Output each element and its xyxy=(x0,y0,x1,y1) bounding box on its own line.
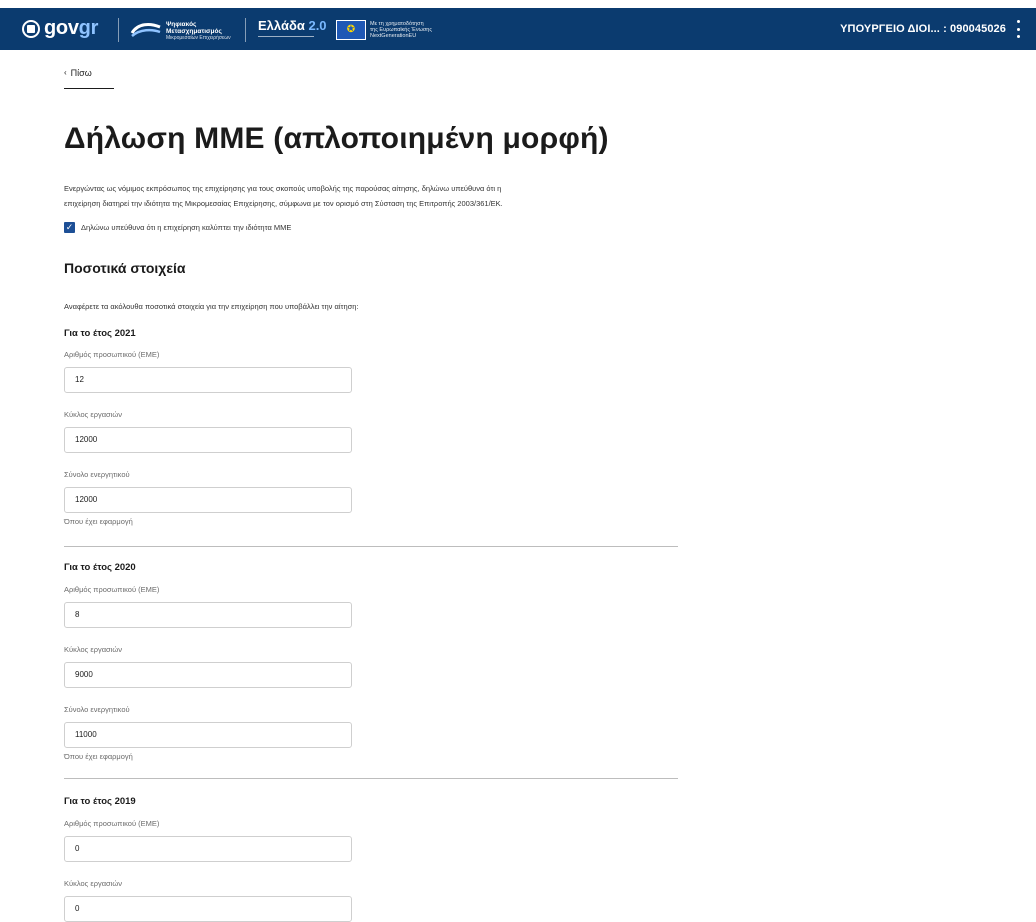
eu-funding-text: Με τη χρηματοδότηση της Ευρωπαϊκής Ένωση… xyxy=(370,21,432,39)
header-separator xyxy=(245,18,246,42)
ellada-underline xyxy=(258,36,314,40)
sme-declaration-label: Δηλώνω υπεύθυνα ότι η επιχείρηση καλύπτε… xyxy=(81,223,292,232)
assets-label: Σύνολο ενεργητικού xyxy=(64,705,130,714)
ellada-text: Ελλάδα xyxy=(258,18,305,33)
chevron-left-icon: ‹ xyxy=(64,68,67,77)
eu-flag-icon: ✪ xyxy=(336,20,366,40)
assets-input-2021[interactable]: 12000 xyxy=(64,487,352,513)
year-divider xyxy=(64,778,678,779)
sme-declaration-checkbox[interactable]: ✓ xyxy=(64,222,75,233)
intro-text: Ενεργώντας ως νόμιμος εκπρόσωπος της επι… xyxy=(64,181,684,211)
turnover-label: Κύκλος εργασιών xyxy=(64,645,122,654)
dt-line1: Ψηφιακός xyxy=(166,21,197,28)
logo-gov-text: gov xyxy=(44,17,79,39)
ellada-version: 2.0 xyxy=(308,18,327,33)
digital-transformation-mark-icon xyxy=(130,23,161,37)
account-label[interactable]: ΥΠΟΥΡΓΕΙΟ ΔΙΟΙ... : 090045026 xyxy=(840,23,1006,35)
page-title: Δήλωση ΜΜΕ (απλοποιημένη μορφή) xyxy=(64,122,609,155)
back-link-label: Πίσω xyxy=(70,68,92,78)
year-title: Για το έτος 2021 xyxy=(64,328,136,339)
dt-line2: Μετασχηματισμός xyxy=(166,28,222,35)
eu-line3: NextGenerationEU xyxy=(370,33,417,39)
staff-label: Αριθμός προσωπικού (ΕΜΕ) xyxy=(64,819,160,828)
logo-gr-text: gr xyxy=(78,17,99,39)
digital-transformation-logo: Ψηφιακός Μετασχηματισμός Μικρομεσαίων Επ… xyxy=(130,18,231,42)
turnover-input-2019[interactable]: 0 xyxy=(64,896,352,922)
year-divider xyxy=(64,546,678,547)
section-title: Ποσοτικά στοιχεία xyxy=(64,260,186,276)
section-description: Αναφέρετε τα ακόλουθα ποσοτικά στοιχεία … xyxy=(64,302,359,311)
assets-label: Σύνολο ενεργητικού xyxy=(64,470,130,479)
turnover-label: Κύκλος εργασιών xyxy=(64,410,122,419)
header-separator xyxy=(118,18,119,42)
digital-transformation-text: Ψηφιακός Μετασχηματισμός Μικρομεσαίων Επ… xyxy=(166,21,231,42)
staff-input-2019[interactable]: 0 xyxy=(64,836,352,862)
greek-emblem-icon xyxy=(22,20,40,38)
turnover-label: Κύκλος εργασιών xyxy=(64,879,122,888)
assets-input-2020[interactable]: 11000 xyxy=(64,722,352,748)
more-vert-icon[interactable] xyxy=(1012,20,1024,38)
turnover-input-2021[interactable]: 12000 xyxy=(64,427,352,453)
top-header: govgr Ψηφιακός Μετασχηματισμός Μικρομεσα… xyxy=(0,8,1036,50)
year-title: Για το έτος 2020 xyxy=(64,562,136,573)
back-link[interactable]: ‹ Πίσω xyxy=(64,68,114,89)
govgr-logo[interactable]: govgr xyxy=(44,17,98,40)
turnover-input-2020[interactable]: 9000 xyxy=(64,662,352,688)
intro-line1: Ενεργώντας ως νόμιμος εκπρόσωπος της επι… xyxy=(64,184,502,193)
assets-hint: Όπου έχει εφαρμογή xyxy=(64,517,133,526)
assets-hint: Όπου έχει εφαρμογή xyxy=(64,752,133,761)
intro-line2: επιχείρηση διατηρεί την ιδιότητα της Μικ… xyxy=(64,199,503,208)
staff-input-2021[interactable]: 12 xyxy=(64,367,352,393)
staff-label: Αριθμός προσωπικού (ΕΜΕ) xyxy=(64,350,160,359)
staff-input-2020[interactable]: 8 xyxy=(64,602,352,628)
staff-label: Αριθμός προσωπικού (ΕΜΕ) xyxy=(64,585,160,594)
year-title: Για το έτος 2019 xyxy=(64,796,136,807)
dt-sub: Μικρομεσαίων Επιχειρήσεων xyxy=(166,35,231,41)
sme-declaration-checkbox-row[interactable]: ✓ Δηλώνω υπεύθυνα ότι η επιχείρηση καλύπ… xyxy=(64,222,291,233)
ellada-logo: Ελλάδα 2.0 xyxy=(258,18,327,33)
